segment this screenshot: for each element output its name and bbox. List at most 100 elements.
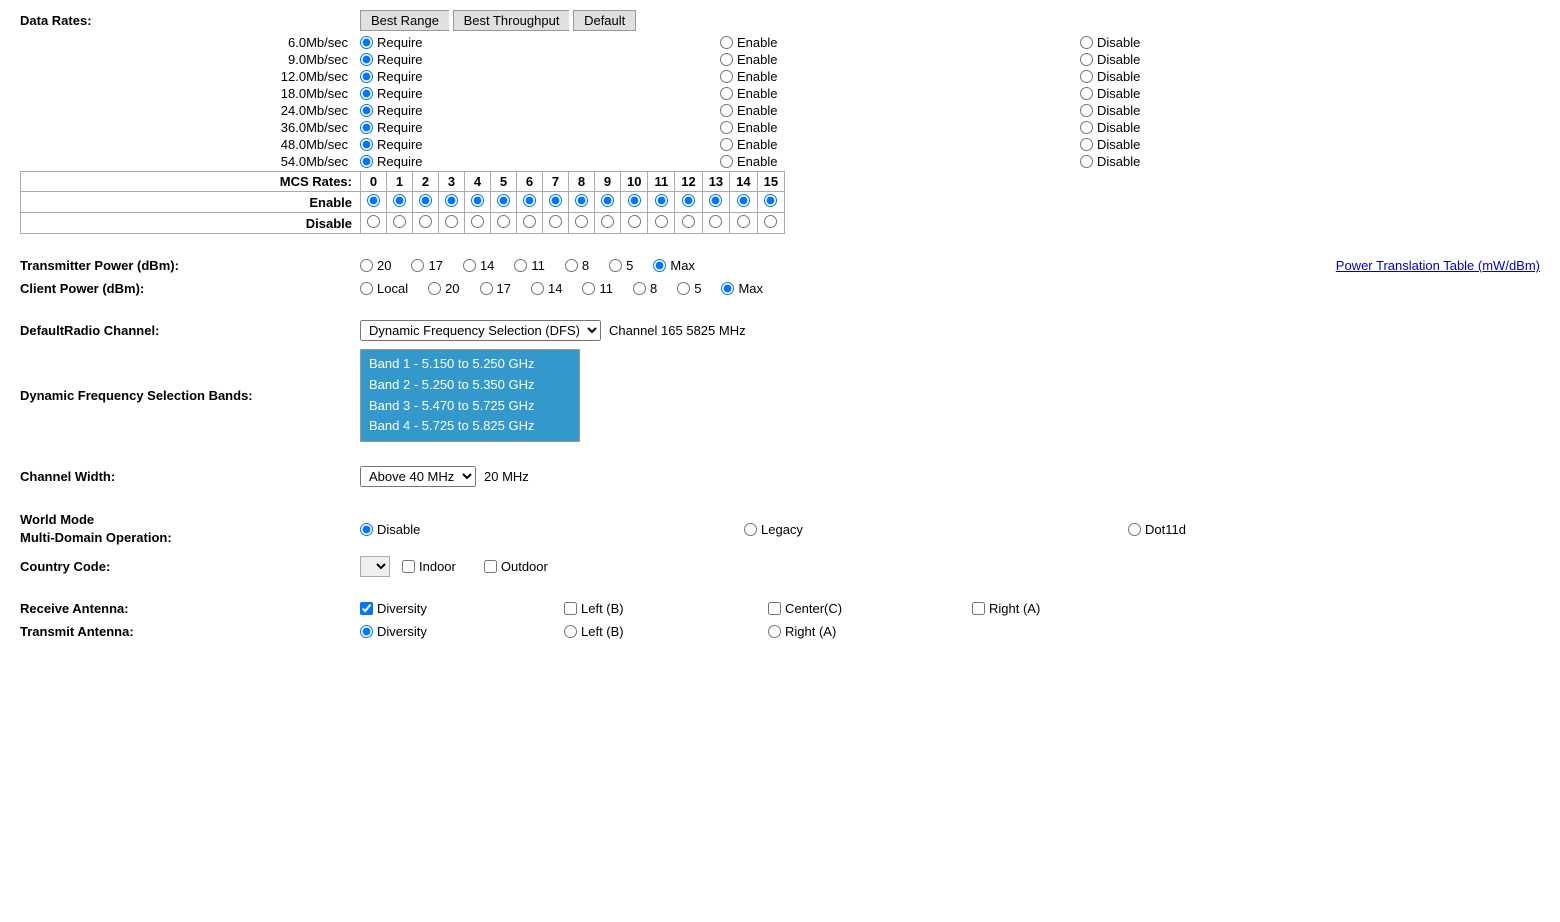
mcs-cell-1-10[interactable] xyxy=(621,213,648,234)
require-radio-0[interactable] xyxy=(360,36,373,49)
indoor-option[interactable]: Indoor xyxy=(402,559,456,574)
mcs-cell-0-15[interactable] xyxy=(757,192,784,213)
indoor-checkbox[interactable] xyxy=(402,560,415,573)
mcs-radio-1-0[interactable] xyxy=(367,215,380,228)
mcs-radio-1-5[interactable] xyxy=(497,215,510,228)
mcs-radio-0-0[interactable] xyxy=(367,194,380,207)
rate-disable-2[interactable]: Disable xyxy=(1080,69,1440,84)
enable-radio-0[interactable] xyxy=(720,36,733,49)
mcs-radio-1-15[interactable] xyxy=(764,215,777,228)
mcs-radio-1-10[interactable] xyxy=(628,215,641,228)
rate-enable-1[interactable]: Enable xyxy=(720,52,1080,67)
mcs-radio-0-12[interactable] xyxy=(682,194,695,207)
client-power-radio-3[interactable] xyxy=(531,282,544,295)
rate-require-0[interactable]: Require xyxy=(360,35,720,50)
client-power-radio-1[interactable] xyxy=(428,282,441,295)
rate-require-6[interactable]: Require xyxy=(360,137,720,152)
rate-disable-6[interactable]: Disable xyxy=(1080,137,1440,152)
tx-power-radio-1[interactable] xyxy=(411,259,424,272)
tx-power-option-4[interactable]: 8 xyxy=(565,258,589,273)
tx-antenna-radio-0[interactable] xyxy=(360,625,373,638)
enable-radio-4[interactable] xyxy=(720,104,733,117)
disable-radio-7[interactable] xyxy=(1080,155,1093,168)
rx-antenna-option-0[interactable]: Diversity xyxy=(360,601,540,616)
tx-antenna-option-1[interactable]: Left (B) xyxy=(564,624,744,639)
rate-disable-3[interactable]: Disable xyxy=(1080,86,1440,101)
mcs-radio-1-9[interactable] xyxy=(601,215,614,228)
mcs-radio-0-10[interactable] xyxy=(628,194,641,207)
tx-antenna-option-2[interactable]: Right (A) xyxy=(768,624,928,639)
tx-antenna-radio-1[interactable] xyxy=(564,625,577,638)
client-power-radio-6[interactable] xyxy=(677,282,690,295)
power-translation-link[interactable]: Power Translation Table (mW/dBm) xyxy=(1336,258,1540,273)
mcs-cell-0-13[interactable] xyxy=(702,192,729,213)
mcs-radio-0-15[interactable] xyxy=(764,194,777,207)
mcs-radio-0-11[interactable] xyxy=(655,194,668,207)
enable-radio-1[interactable] xyxy=(720,53,733,66)
disable-radio-3[interactable] xyxy=(1080,87,1093,100)
world-mode-radio-1[interactable] xyxy=(744,523,757,536)
mcs-cell-1-6[interactable] xyxy=(517,213,543,234)
rate-require-2[interactable]: Require xyxy=(360,69,720,84)
rate-disable-7[interactable]: Disable xyxy=(1080,154,1440,169)
mcs-cell-0-6[interactable] xyxy=(517,192,543,213)
rx-antenna-input-3[interactable] xyxy=(972,602,985,615)
mcs-radio-0-1[interactable] xyxy=(393,194,406,207)
mcs-radio-1-4[interactable] xyxy=(471,215,484,228)
mcs-cell-1-4[interactable] xyxy=(465,213,491,234)
tx-power-radio-6[interactable] xyxy=(653,259,666,272)
client-power-radio-4[interactable] xyxy=(582,282,595,295)
rate-require-3[interactable]: Require xyxy=(360,86,720,101)
require-radio-6[interactable] xyxy=(360,138,373,151)
dfs-bands-list[interactable]: Band 1 - 5.150 to 5.250 GHzBand 2 - 5.25… xyxy=(360,349,580,442)
require-radio-3[interactable] xyxy=(360,87,373,100)
mcs-cell-1-7[interactable] xyxy=(543,213,569,234)
enable-radio-3[interactable] xyxy=(720,87,733,100)
outdoor-option[interactable]: Outdoor xyxy=(484,559,548,574)
enable-radio-2[interactable] xyxy=(720,70,733,83)
mcs-cell-0-11[interactable] xyxy=(648,192,675,213)
mcs-cell-1-12[interactable] xyxy=(675,213,702,234)
rate-require-4[interactable]: Require xyxy=(360,103,720,118)
mcs-radio-0-3[interactable] xyxy=(445,194,458,207)
mcs-radio-0-5[interactable] xyxy=(497,194,510,207)
enable-radio-5[interactable] xyxy=(720,121,733,134)
rate-disable-1[interactable]: Disable xyxy=(1080,52,1440,67)
rx-antenna-option-3[interactable]: Right (A) xyxy=(972,601,1132,616)
mcs-radio-1-11[interactable] xyxy=(655,215,668,228)
client-power-option-2[interactable]: 17 xyxy=(480,281,511,296)
rate-disable-4[interactable]: Disable xyxy=(1080,103,1440,118)
tx-power-option-0[interactable]: 20 xyxy=(360,258,391,273)
rate-enable-7[interactable]: Enable xyxy=(720,154,1080,169)
rate-require-5[interactable]: Require xyxy=(360,120,720,135)
rate-require-1[interactable]: Require xyxy=(360,52,720,67)
mcs-cell-1-1[interactable] xyxy=(387,213,413,234)
client-power-option-3[interactable]: 14 xyxy=(531,281,562,296)
default-radio-channel-select[interactable]: Dynamic Frequency Selection (DFS) xyxy=(360,320,601,341)
tx-power-radio-5[interactable] xyxy=(609,259,622,272)
mcs-cell-1-9[interactable] xyxy=(595,213,621,234)
disable-radio-4[interactable] xyxy=(1080,104,1093,117)
mcs-radio-1-6[interactable] xyxy=(523,215,536,228)
mcs-cell-0-3[interactable] xyxy=(439,192,465,213)
tx-power-radio-4[interactable] xyxy=(565,259,578,272)
rate-enable-3[interactable]: Enable xyxy=(720,86,1080,101)
enable-radio-6[interactable] xyxy=(720,138,733,151)
disable-radio-0[interactable] xyxy=(1080,36,1093,49)
rate-require-7[interactable]: Require xyxy=(360,154,720,169)
mcs-cell-0-4[interactable] xyxy=(465,192,491,213)
mcs-cell-0-8[interactable] xyxy=(569,192,595,213)
channel-width-select[interactable]: Above 40 MHz xyxy=(360,466,476,487)
mcs-radio-0-6[interactable] xyxy=(523,194,536,207)
mcs-cell-0-0[interactable] xyxy=(361,192,387,213)
rate-enable-0[interactable]: Enable xyxy=(720,35,1080,50)
tx-power-radio-0[interactable] xyxy=(360,259,373,272)
mcs-cell-0-10[interactable] xyxy=(621,192,648,213)
mcs-radio-1-14[interactable] xyxy=(737,215,750,228)
mcs-cell-1-2[interactable] xyxy=(413,213,439,234)
client-power-radio-2[interactable] xyxy=(480,282,493,295)
mcs-radio-1-7[interactable] xyxy=(549,215,562,228)
mcs-cell-0-14[interactable] xyxy=(730,192,757,213)
mcs-cell-0-2[interactable] xyxy=(413,192,439,213)
default-button[interactable]: Default xyxy=(573,10,636,31)
